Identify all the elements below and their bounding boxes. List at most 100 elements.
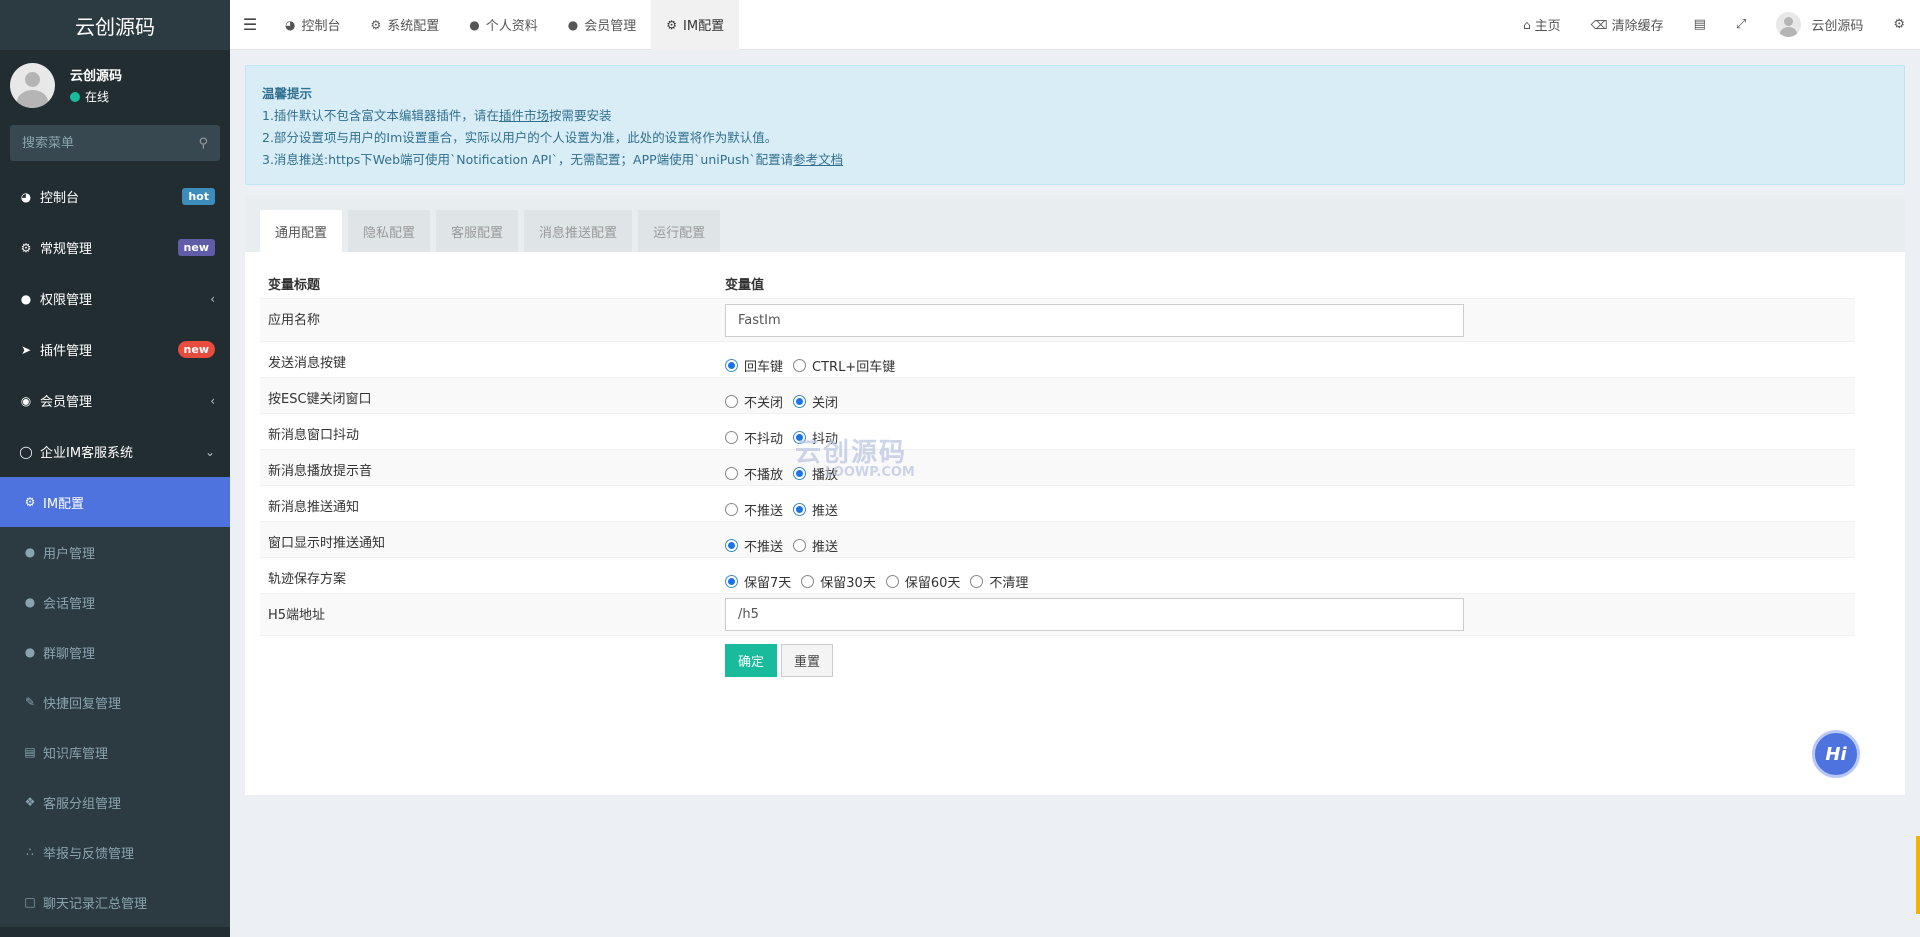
sidebar-item-knowledge-base[interactable]: ▤ 知识库管理 [0,727,230,777]
radio-option[interactable]: 不播放 [725,464,783,483]
home-icon: ⌂ [1523,17,1531,32]
users-icon: ● [24,645,36,659]
sidebar-item-permissions[interactable]: ● 权限管理 ‹ [0,273,230,324]
radio-option[interactable]: 不推送 [725,536,783,555]
tab-privacy-config[interactable]: 隐私配置 [348,210,431,252]
sidebar-item-plugins[interactable]: ➤ 插件管理 new [0,324,230,375]
form-buttons: 确定 重置 [260,636,1855,677]
tab-label: 系统配置 [387,19,440,34]
sidebar-item-group-chat[interactable]: ● 群聊管理 [0,627,230,677]
radio-option[interactable]: CTRL+回车键 [793,356,895,375]
new-badge: new [177,341,215,358]
chat-bubble-button[interactable]: Hi [1812,730,1860,778]
sidebar-item-reports[interactable]: ∴ 举报与反馈管理 [0,827,230,877]
radio-option[interactable]: 推送 [793,500,838,519]
radio-option[interactable]: 抖动 [793,428,838,447]
sidebar: 云创源码 云创源码 在线 ⚲ ◕ 控制台 hot ⚙ 常规管理 new ● 权限… [0,0,230,937]
sidebar-item-label: 插件管理 [40,344,93,359]
tips-line-3: 3.消息推送:https下Web端可使用`Notification API`，无… [262,152,844,167]
user-menu[interactable]: 云创源码 [1761,0,1878,50]
tab-im-config[interactable]: ⚙ IM配置 [651,0,740,50]
radio-option[interactable]: 保留60天 [885,572,960,591]
new-badge: new [177,239,215,256]
clear-cache-label: 清除缓存 [1611,19,1664,34]
reference-docs-link[interactable]: 参考文档 [793,152,843,167]
cogs-icon: ⚙ [1893,17,1905,32]
sidebar-item-im-config[interactable]: ⚙ IM配置 [0,477,230,527]
tab-dashboard[interactable]: ◕ 控制台 [270,0,356,50]
sidebar-item-chat-records[interactable]: □ 聊天记录汇总管理 [0,877,230,927]
radio-option[interactable]: 播放 [793,464,838,483]
fullscreen-button[interactable]: ⤢ [1721,0,1761,50]
radio-option[interactable]: 不清理 [970,572,1028,591]
radio-option[interactable]: 不抖动 [725,428,783,447]
users-icon: ● [24,545,36,559]
tab-label: 个人资料 [485,19,538,34]
sidebar-item-service-groups[interactable]: ❖ 客服分组管理 [0,777,230,827]
side-tab[interactable] [1916,836,1920,914]
sidebar-item-label: 会员管理 [40,395,93,410]
sidebar-item-user-management[interactable]: ● 用户管理 [0,527,230,577]
users-icon: ● [20,291,32,306]
language-button[interactable]: ▤ [1679,0,1721,50]
plugin-market-link[interactable]: 插件市场 [499,108,549,123]
pencil-icon: ✎ [24,695,36,709]
sidebar-item-label: 客服分组管理 [43,796,122,812]
search-menu-input[interactable] [22,135,199,151]
tab-push-config[interactable]: 消息推送配置 [524,210,633,252]
tab-label: 控制台 [301,19,341,34]
sidebar-item-general[interactable]: ⚙ 常规管理 new [0,222,230,273]
radio-option[interactable]: 保留7天 [725,572,791,591]
table-row: 轨迹保存方案 保留7天 保留30天 保留60天 不清理 [260,557,1855,593]
tab-runtime-config[interactable]: 运行配置 [638,210,721,252]
sidebar-item-quick-reply[interactable]: ✎ 快捷回复管理 [0,677,230,727]
tab-general-config[interactable]: 通用配置 [260,210,343,252]
app-logo[interactable]: 云创源码 [0,0,230,50]
table-row: 应用名称 [260,298,1855,341]
column-header-title: 变量标题 [268,277,321,293]
user-icon: ● [469,17,480,32]
tab-profile[interactable]: ● 个人资料 [454,0,553,50]
book-icon: ▤ [24,745,36,759]
radio-option[interactable]: 关闭 [793,392,838,411]
app-name-input[interactable] [725,303,1464,337]
radio-option[interactable]: 推送 [793,536,838,555]
sidebar-item-label: 快捷回复管理 [43,696,122,712]
tab-system-config[interactable]: ⚙ 系统配置 [356,0,455,50]
radio-option[interactable]: 不关闭 [725,392,783,411]
header-username: 云创源码 [1811,19,1864,34]
sidebar-item-dashboard[interactable]: ◕ 控制台 hot [0,171,230,222]
sidebar-item-im-system[interactable]: ◯ 企业IM客服系统 ⌄ [0,426,230,477]
sidebar-search: ⚲ [10,125,220,161]
settings-button[interactable]: ⚙ [1878,0,1920,50]
config-tabs: 通用配置 隐私配置 客服配置 消息推送配置 运行配置 [245,195,1905,252]
sidebar-item-session-management[interactable]: ● 会话管理 [0,577,230,627]
search-icon[interactable]: ⚲ [198,136,208,151]
radio-option[interactable]: 保留30天 [801,572,876,591]
menu-toggle-icon[interactable]: ☰ [230,15,270,34]
rss-icon: ∴ [26,845,34,859]
rocket-icon: ➤ [20,342,32,357]
cogs-icon: ⚙ [24,495,36,509]
cubes-icon: ❖ [24,795,36,809]
sidebar-item-members[interactable]: ◉ 会员管理 ‹ [0,375,230,426]
home-link[interactable]: ⌂ 主页 [1508,0,1576,50]
home-label: 主页 [1534,19,1561,34]
table-row: 新消息推送通知 不推送 推送 [260,485,1855,521]
row-label: 轨迹保存方案 [268,572,347,587]
sidebar-item-label: 企业IM客服系统 [40,446,134,461]
submit-button[interactable]: 确定 [725,644,778,677]
radio-option[interactable]: 不推送 [725,500,783,519]
reset-button[interactable]: 重置 [781,644,834,677]
sidebar-item-label: 知识库管理 [43,746,109,762]
h5-url-input[interactable] [725,598,1464,631]
sidebar-item-label: 会话管理 [43,596,96,612]
row-label: 新消息播放提示音 [268,464,373,479]
hot-badge: hot [182,188,215,205]
radio-option[interactable]: 回车键 [725,356,783,375]
tab-member-management[interactable]: ● 会员管理 [553,0,652,50]
clear-cache-button[interactable]: ⌫ 清除缓存 [1576,0,1679,50]
sidebar-item-label: 群聊管理 [43,646,96,662]
tab-service-config[interactable]: 客服配置 [436,210,519,252]
fullscreen-icon: ⤢ [1735,17,1747,32]
